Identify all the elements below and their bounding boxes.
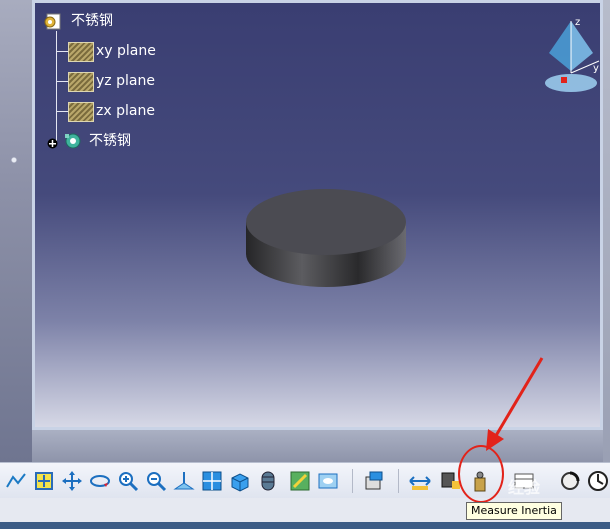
watermark-text: 经验 [508,478,541,497]
measure-inertia-tooltip: Measure Inertia [466,502,562,520]
plane-label: xy plane [96,43,156,59]
toolbar-separator [398,469,399,493]
iso-view-icon[interactable] [228,469,252,493]
hide-show-icon[interactable] [256,469,280,493]
axis-z-label: z [575,17,580,28]
measure-between-icon[interactable] [408,469,432,493]
pan-icon[interactable] [60,469,84,493]
normal-view-icon[interactable] [172,469,196,493]
tree-root-label: 不锈钢 [71,13,113,29]
window-frame-left [0,0,32,462]
plane-icon [68,102,94,122]
rotate-icon[interactable] [88,469,112,493]
plane-label: zx plane [96,103,155,119]
fit-all-icon[interactable] [4,469,28,493]
axis-y-label: y [593,63,599,74]
center-graph-icon[interactable] [32,469,56,493]
plane-icon [68,42,94,62]
zoom-in-icon[interactable] [116,469,140,493]
repeat-icon[interactable] [558,469,582,493]
expand-plus-icon[interactable] [47,135,58,149]
compass-icon[interactable]: z y [541,13,601,97]
plane-label: yz plane [96,73,155,89]
multi-view-icon[interactable] [200,469,224,493]
plane-icon [68,72,94,92]
tree-branch [56,51,68,52]
zoom-out-icon[interactable] [144,469,168,493]
tree-branch [56,81,68,82]
tree-connector [56,31,57,141]
annotation-highlight-circle [458,445,504,503]
window-frame-right [603,0,610,462]
toolbar-separator [352,469,353,493]
body-gear-icon [63,132,83,150]
annotation-arrow [486,357,544,451]
swap-space-icon[interactable] [288,469,312,493]
part-gear-icon [43,12,65,30]
cylinder-part-3d[interactable] [245,186,407,288]
catalog-browser-icon[interactable] [586,469,610,493]
taskbar [0,522,610,529]
apply-material-icon[interactable] [362,469,386,493]
part-body-label: 不锈钢 [89,133,131,149]
tree-branch [56,111,68,112]
shading-icon[interactable] [316,469,340,493]
